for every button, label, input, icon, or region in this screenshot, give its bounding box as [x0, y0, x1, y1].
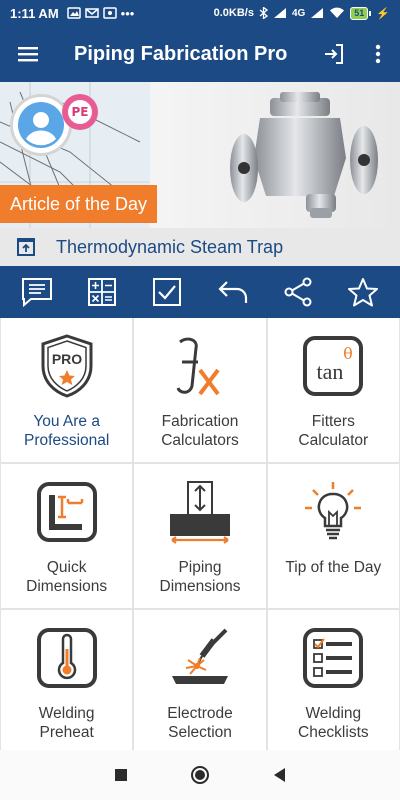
wifi-icon	[330, 7, 345, 19]
tile-fitters-calculator[interactable]: tan θ Fitters Calculator	[267, 318, 399, 462]
tile-label: Fitters Calculator	[298, 413, 369, 449]
checklist-icon	[303, 628, 364, 688]
feature-grid: PRO You Are a Professional Fabrication C…	[0, 318, 400, 754]
gallery-notification-icon	[66, 7, 81, 19]
tile-welding-checklists[interactable]: Welding Checklists	[267, 610, 399, 754]
app-bar: Piping Fabrication Pro	[0, 26, 400, 82]
login-button[interactable]	[312, 26, 356, 82]
calculator-icon	[87, 278, 116, 306]
tile-label: Welding Preheat	[38, 705, 95, 741]
pro-text: PRO	[51, 351, 81, 367]
user-avatar-icon	[18, 102, 64, 148]
signal-icon-2	[311, 8, 324, 18]
charging-icon: ⚡	[376, 7, 390, 20]
network-type: 4G	[291, 7, 306, 19]
undo-button[interactable]	[209, 268, 257, 316]
tile-label: You Are a Professional	[24, 413, 110, 449]
tile-label: Tip of the Day	[285, 559, 382, 576]
pro-shield-icon: PRO	[41, 334, 93, 398]
star-icon	[348, 278, 379, 307]
home-button[interactable]	[190, 765, 210, 785]
photo-notification-icon	[102, 7, 117, 19]
article-of-the-day-tag: Article of the Day	[0, 185, 158, 223]
battery-level: 51	[350, 6, 369, 20]
tile-piping-dimensions[interactable]: Piping Dimensions	[134, 464, 266, 608]
tile-welding-preheat[interactable]: Welding Preheat	[1, 610, 133, 754]
more-notifications-icon: •••	[120, 5, 135, 21]
tile-quick-dimensions[interactable]: Quick Dimensions	[1, 464, 133, 608]
pe-badge-text: PE	[68, 100, 92, 124]
bluetooth-icon	[259, 7, 268, 19]
thermometer-icon	[36, 628, 97, 688]
function-icon	[176, 337, 220, 396]
comment-icon	[21, 278, 52, 307]
article-banner[interactable]: PE Article of the Day	[0, 82, 400, 228]
tile-label: Piping Dimensions	[159, 559, 241, 595]
tile-electrode-selection[interactable]: Electrode Selection	[134, 610, 266, 754]
signal-icon	[273, 8, 286, 18]
pe-badge: PE	[62, 94, 98, 130]
piping-dimensions-icon	[169, 481, 230, 544]
checkbox-button[interactable]	[143, 268, 191, 316]
tile-professional[interactable]: PRO You Are a Professional	[1, 318, 133, 462]
comment-button[interactable]	[13, 268, 61, 316]
recent-apps-button[interactable]	[114, 768, 128, 782]
tile-label: Quick Dimensions	[26, 559, 108, 595]
share-icon	[284, 277, 312, 307]
status-right: 0.0KB/s 4G 51 ⚡	[213, 6, 390, 20]
tile-tip-of-the-day[interactable]: Tip of the Day	[267, 464, 399, 608]
calculator-button[interactable]	[78, 268, 126, 316]
overflow-menu-button[interactable]	[356, 26, 400, 82]
login-icon	[325, 44, 343, 64]
system-nav-bar	[0, 750, 400, 800]
notification-icons: •••	[66, 5, 135, 21]
undo-icon	[218, 281, 247, 303]
action-toolbar	[0, 266, 400, 318]
article-link-row[interactable]: Thermodynamic Steam Trap	[0, 228, 400, 266]
tile-label: Welding Checklists	[298, 705, 369, 741]
battery-icon: 51	[350, 6, 372, 20]
avatar[interactable]	[10, 94, 72, 156]
more-vert-icon	[375, 44, 381, 64]
tile-label: Electrode Selection	[167, 705, 233, 741]
quick-dimensions-icon	[36, 482, 97, 542]
back-button[interactable]	[272, 767, 286, 783]
mail-notification-icon	[84, 8, 99, 18]
checkbox-icon	[153, 278, 182, 306]
lightbulb-icon	[305, 482, 362, 540]
hamburger-icon	[18, 47, 38, 62]
status-bar: 1:11 AM ••• 0.0KB/s 4G 51 ⚡	[0, 0, 400, 26]
share-button[interactable]	[274, 268, 322, 316]
tan-text: tan	[317, 359, 344, 384]
welding-torch-icon	[171, 628, 228, 684]
steam-trap-image	[230, 92, 378, 218]
tile-label: Fabrication Calculators	[161, 413, 239, 449]
open-in-new-icon	[17, 238, 35, 256]
tile-fabrication-calculators[interactable]: Fabrication Calculators	[134, 318, 266, 462]
article-title: Thermodynamic Steam Trap	[56, 236, 284, 257]
menu-button[interactable]	[0, 26, 56, 82]
network-speed: 0.0KB/s	[213, 7, 254, 19]
app-title: Piping Fabrication Pro	[74, 42, 288, 65]
favorite-button[interactable]	[339, 268, 387, 316]
tan-theta-icon: tan θ	[303, 336, 364, 396]
theta-text: θ	[343, 344, 353, 363]
status-time: 1:11 AM	[10, 5, 59, 21]
